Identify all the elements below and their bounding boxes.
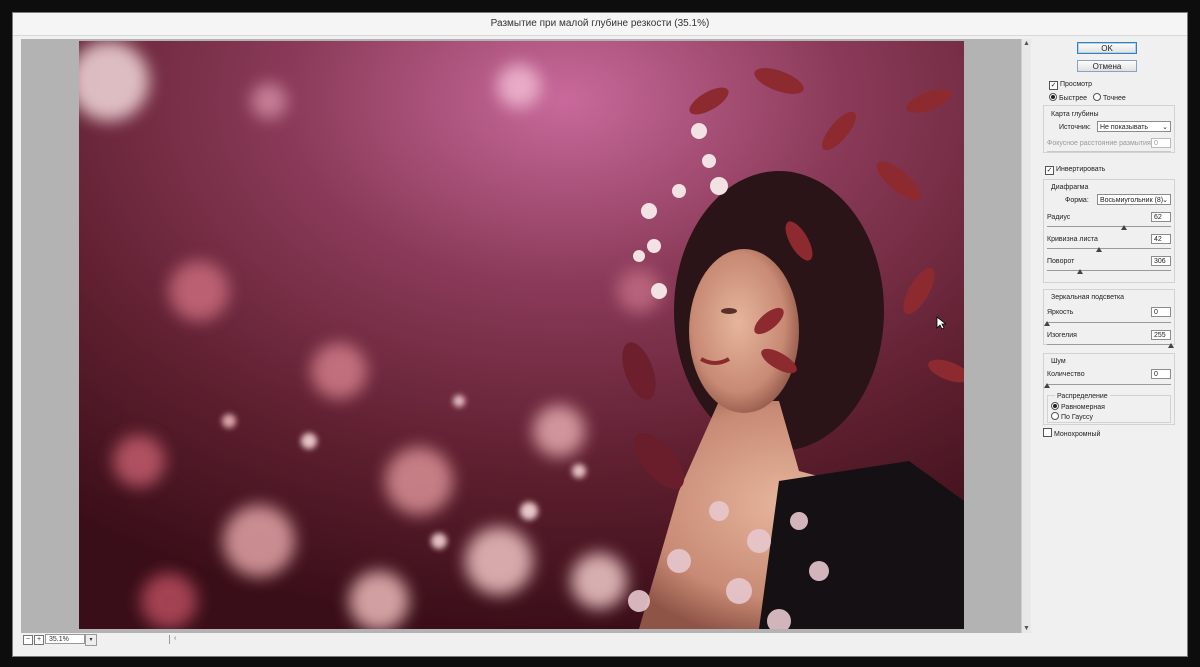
ok-button[interactable]: OK xyxy=(1077,42,1137,54)
focal-distance-track[interactable] xyxy=(1047,151,1171,152)
cancel-button[interactable]: Отмена xyxy=(1077,60,1137,72)
shape-label: Форма: xyxy=(1065,197,1089,204)
uniform-radio[interactable] xyxy=(1051,402,1059,410)
uniform-radio-row[interactable]: Равномерная xyxy=(1051,402,1105,412)
source-select[interactable]: Не показывать ⌄ xyxy=(1097,121,1171,132)
settings-panel: OK Отмена ✓ Просмотр Быстрее Точнее Карта… xyxy=(1035,39,1183,649)
speed-radio-fast[interactable]: Быстрее xyxy=(1049,93,1087,103)
monochrome-checkbox-row[interactable]: Монохромный xyxy=(1043,428,1100,439)
threshold-field[interactable]: 255 xyxy=(1151,330,1171,340)
scroll-up-icon[interactable]: ▲ xyxy=(1022,39,1031,48)
curvature-field[interactable]: 42 xyxy=(1151,234,1171,244)
noise-title: Шум xyxy=(1051,358,1066,365)
brightness-label: Яркость xyxy=(1047,309,1074,316)
zoom-level-field[interactable]: 35.1% xyxy=(45,634,85,644)
radio-fast-label: Быстрее xyxy=(1059,95,1088,102)
radius-field[interactable]: 62 xyxy=(1151,212,1171,222)
radius-slider-thumb[interactable] xyxy=(1120,225,1127,230)
zoom-dropdown-icon[interactable]: ▾ xyxy=(85,634,97,646)
threshold-track[interactable] xyxy=(1047,344,1171,345)
radio-fast[interactable] xyxy=(1049,93,1057,101)
preview-image-art xyxy=(79,41,964,629)
gaussian-radio-row[interactable]: По Гауссу xyxy=(1051,412,1093,422)
focal-distance-field[interactable]: 0 xyxy=(1151,138,1171,148)
radius-track[interactable] xyxy=(1047,226,1171,227)
scroll-down-icon[interactable]: ▼ xyxy=(1022,624,1031,633)
rotation-slider-thumb[interactable] xyxy=(1077,269,1084,274)
zoom-out-button[interactable]: − xyxy=(23,635,33,645)
status-bar: − + 35.1% ▾ ‹ xyxy=(21,633,1029,647)
preview-checkbox-row[interactable]: ✓ Просмотр xyxy=(1049,80,1092,90)
radio-accurate[interactable] xyxy=(1093,93,1101,101)
source-label: Источник: xyxy=(1059,124,1091,131)
radio-accurate-label: Точнее xyxy=(1103,95,1126,102)
uniform-label: Равномерная xyxy=(1061,404,1105,411)
amount-slider-thumb[interactable] xyxy=(1044,383,1050,388)
curvature-label: Кривизна листа xyxy=(1047,236,1098,243)
gaussian-radio[interactable] xyxy=(1051,412,1059,420)
brightness-slider-thumb[interactable] xyxy=(1044,321,1050,326)
specular-title: Зеркальная подсветка xyxy=(1051,294,1125,301)
focal-distance-label: Фокусное расстояние размытия xyxy=(1047,140,1151,147)
shape-select-value: Восьмиугольник (8) xyxy=(1100,197,1164,204)
preview-label: Просмотр xyxy=(1060,81,1092,88)
gaussian-label: По Гауссу xyxy=(1061,414,1094,421)
brightness-track[interactable] xyxy=(1047,322,1171,323)
rotation-label: Поворот xyxy=(1047,258,1075,265)
curvature-track[interactable] xyxy=(1047,248,1171,249)
source-select-value: Не показывать xyxy=(1100,124,1149,131)
curvature-slider-thumb[interactable] xyxy=(1096,247,1103,252)
chevron-down-icon: ⌄ xyxy=(1162,197,1168,204)
depth-map-title: Карта глубины xyxy=(1051,111,1099,118)
preview-photo[interactable] xyxy=(79,41,964,629)
window-title: Размытие при малой глубине резкости (35.… xyxy=(13,13,1187,36)
speed-radio-accurate[interactable]: Точнее xyxy=(1093,93,1126,103)
monochrome-label: Монохромный xyxy=(1054,431,1101,438)
amount-track[interactable] xyxy=(1047,384,1171,385)
rotation-field[interactable]: 306 xyxy=(1151,256,1171,266)
radius-label: Радиус xyxy=(1047,214,1071,221)
mouse-cursor-icon xyxy=(936,316,946,330)
chevron-down-icon: ⌄ xyxy=(1162,124,1168,131)
monochrome-checkbox[interactable] xyxy=(1043,428,1052,437)
shape-select[interactable]: Восьмиугольник (8) ⌄ xyxy=(1097,194,1171,205)
threshold-slider-thumb[interactable] xyxy=(1168,343,1174,348)
invert-label: Инвертировать xyxy=(1056,166,1106,173)
vertical-scrollbar[interactable]: ▲ ▼ xyxy=(1021,39,1031,633)
amount-field[interactable]: 0 xyxy=(1151,369,1171,379)
dialog-window: Размытие при малой глубине резкости (35.… xyxy=(12,12,1188,657)
scroll-left-icon[interactable]: ‹ xyxy=(174,635,176,642)
invert-checkbox-row[interactable]: ✓ Инвертировать xyxy=(1045,165,1105,175)
zoom-in-button[interactable]: + xyxy=(34,635,44,645)
threshold-label: Изогелия xyxy=(1047,332,1077,339)
horizontal-scrollbar[interactable]: ‹ xyxy=(169,635,1020,644)
amount-label: Количество xyxy=(1047,371,1085,378)
distribution-title: Распределение xyxy=(1055,392,1110,401)
rotation-track[interactable] xyxy=(1047,270,1171,271)
iris-title: Диафрагма xyxy=(1051,184,1089,191)
preview-checkbox[interactable]: ✓ xyxy=(1049,81,1058,90)
preview-canvas-area[interactable] xyxy=(21,39,1021,633)
brightness-field[interactable]: 0 xyxy=(1151,307,1171,317)
invert-checkbox[interactable]: ✓ xyxy=(1045,166,1054,175)
